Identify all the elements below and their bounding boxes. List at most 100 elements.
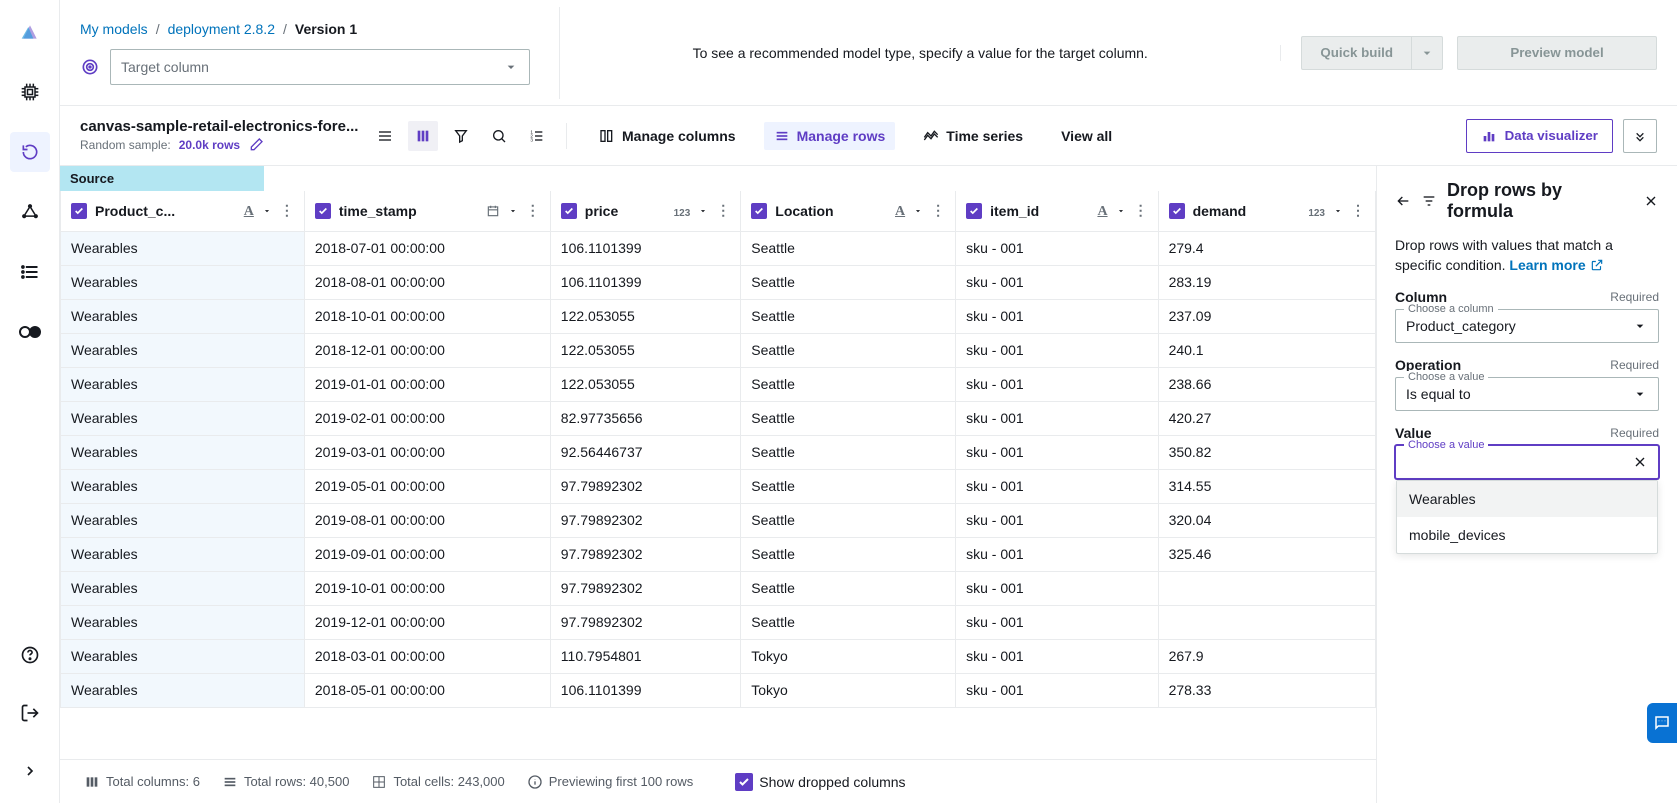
cell: Seattle [741,401,956,435]
kebab-icon[interactable]: ⋮ [1134,202,1148,219]
cell: 2019-08-01 00:00:00 [304,503,550,537]
cell: Wearables [61,265,305,299]
table-row: Wearables2019-10-01 00:00:0097.79892302S… [61,571,1376,605]
kebab-icon[interactable]: ⋮ [716,202,730,219]
target-column-select[interactable]: Target column [110,49,530,85]
chevron-down-icon[interactable] [913,206,923,216]
cell: 240.1 [1158,333,1375,367]
column-select[interactable]: Choose a column Product_category [1395,309,1659,343]
cell: 97.79892302 [550,571,740,605]
data-visualizer-button[interactable]: Data visualizer [1466,119,1613,153]
edit-icon[interactable] [248,137,264,153]
table-footer: Total columns: 6 Total rows: 40,500 Tota… [60,759,1376,803]
breadcrumb-deployment[interactable]: deployment 2.8.2 [168,21,275,37]
chevron-down-icon[interactable] [1116,206,1126,216]
refresh-icon[interactable] [10,132,50,172]
table-row: Wearables2018-03-01 00:00:00110.7954801T… [61,639,1376,673]
cell: 122.053055 [550,367,740,401]
view-all-button[interactable]: View all [1051,122,1122,150]
cell: 106.1101399 [550,231,740,265]
dropdown-option[interactable]: mobile_devices [1397,517,1657,553]
cell: sku - 001 [956,367,1158,401]
cell: sku - 001 [956,265,1158,299]
expand-icon[interactable] [10,751,50,791]
table-row: Wearables2019-05-01 00:00:0097.79892302S… [61,469,1376,503]
quick-build-button: Quick build [1301,36,1411,70]
value-select[interactable]: Choose a value Wearables mobile_devices [1395,445,1659,479]
chat-icon[interactable] [1647,703,1677,743]
list-icon[interactable] [10,252,50,292]
column-header[interactable]: price123⋮ [550,191,740,231]
table-view-icon[interactable] [370,121,400,151]
column-header[interactable]: demand123⋮ [1158,191,1375,231]
clear-icon[interactable] [1632,454,1648,470]
toggle-icon[interactable] [10,312,50,352]
cell: Seattle [741,435,956,469]
cell: 2019-02-01 00:00:00 [304,401,550,435]
column-checkbox[interactable] [561,203,577,219]
column-header[interactable]: LocationA⋮ [741,191,956,231]
cell: Seattle [741,231,956,265]
learn-more-link[interactable]: Learn more [1509,257,1603,273]
cell [1158,605,1375,639]
cell: sku - 001 [956,401,1158,435]
column-checkbox[interactable] [966,203,982,219]
column-header[interactable]: Product_c...A⋮ [61,191,305,231]
cell [1158,571,1375,605]
kebab-icon[interactable]: ⋮ [526,202,540,219]
back-icon[interactable] [1395,193,1411,209]
quick-build-caret [1411,36,1443,70]
chevron-down-icon[interactable] [1333,206,1343,216]
cell: 2018-03-01 00:00:00 [304,639,550,673]
table-row: Wearables2018-07-01 00:00:00106.1101399S… [61,231,1376,265]
show-dropped-toggle[interactable]: Show dropped columns [735,773,905,791]
cell: Wearables [61,673,305,707]
cell: 122.053055 [550,333,740,367]
graph-icon[interactable] [10,192,50,232]
cell: 237.09 [1158,299,1375,333]
data-visualizer-label: Data visualizer [1505,128,1598,143]
chip-icon[interactable] [10,72,50,112]
type-icon: A [1097,202,1107,220]
cell: 325.46 [1158,537,1375,571]
close-icon[interactable] [1643,193,1659,209]
dropdown-option[interactable]: Wearables [1397,481,1657,517]
manage-rows-button[interactable]: Manage rows [764,122,896,150]
kebab-icon[interactable]: ⋮ [931,202,945,219]
time-series-button[interactable]: Time series [913,122,1033,150]
target-placeholder: Target column [121,59,209,75]
target-icon [80,57,100,77]
rows-link[interactable]: 20.0k rows [179,138,240,152]
chevron-down-icon [1632,318,1648,334]
cell: Wearables [61,537,305,571]
numbered-list-icon[interactable]: 123 [522,121,552,151]
chevron-down-icon[interactable] [262,206,272,216]
cell: 106.1101399 [550,673,740,707]
help-icon[interactable] [10,635,50,675]
operation-select[interactable]: Choose a value Is equal to [1395,377,1659,411]
cell: sku - 001 [956,639,1158,673]
more-icon[interactable] [1623,119,1657,153]
cell: Seattle [741,503,956,537]
cell: Wearables [61,299,305,333]
column-checkbox[interactable] [315,203,331,219]
cell: sku - 001 [956,537,1158,571]
column-checkbox[interactable] [1169,203,1185,219]
manage-columns-button[interactable]: Manage columns [589,122,746,150]
search-icon[interactable] [484,121,514,151]
column-header[interactable]: time_stamp⋮ [304,191,550,231]
chevron-down-icon[interactable] [698,206,708,216]
logo-icon[interactable] [10,12,50,52]
cell: 106.1101399 [550,265,740,299]
filter-icon[interactable] [446,121,476,151]
column-checkbox[interactable] [751,203,767,219]
logout-icon[interactable] [10,693,50,733]
breadcrumb-models[interactable]: My models [80,21,148,37]
kebab-icon[interactable]: ⋮ [280,202,294,219]
column-header[interactable]: item_idA⋮ [956,191,1158,231]
chevron-down-icon[interactable] [508,206,518,216]
kebab-icon[interactable]: ⋮ [1351,202,1365,219]
column-checkbox[interactable] [71,203,87,219]
total-cells-stat: Total cells: 243,000 [371,774,504,790]
grid-view-icon[interactable] [408,121,438,151]
